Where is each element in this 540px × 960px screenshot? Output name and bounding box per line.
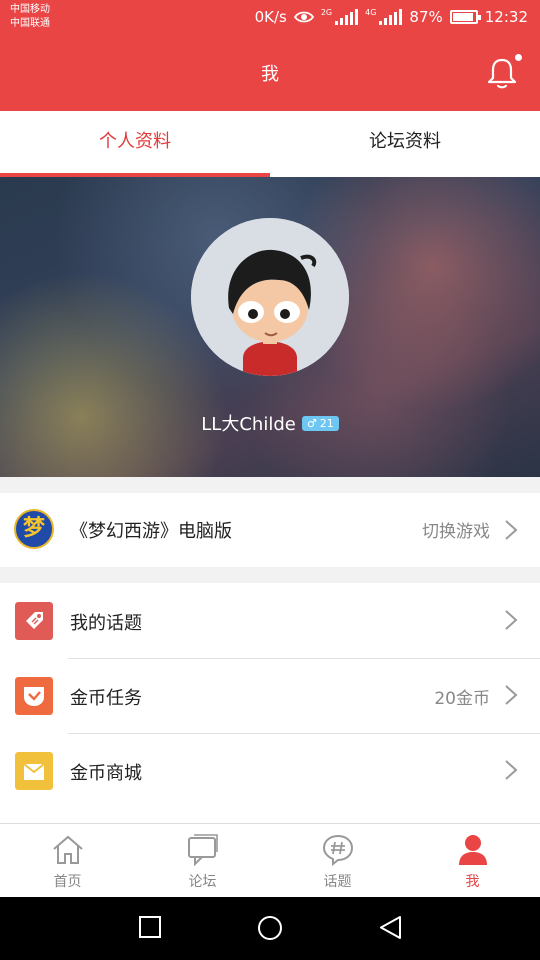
screen: 中国移动 中国联通 0K/s 2G 4G 87% 12:32 我 个人资料 论坛…	[0, 0, 540, 960]
username-row: LL大Childe ♂ 21	[0, 410, 540, 436]
username: LL大Childe	[201, 414, 296, 435]
nav-me[interactable]: 我	[405, 824, 540, 897]
chevron-right-icon	[505, 610, 518, 630]
nav-topics[interactable]: 话题	[270, 824, 405, 897]
switch-game-label: 切换游戏	[422, 522, 490, 542]
recent-apps-icon[interactable]	[138, 915, 162, 939]
game-name: 《梦幻西游》电脑版	[70, 521, 232, 542]
menu-item-coin-mall[interactable]: 金币商城	[0, 733, 540, 808]
bottom-nav: 首页 论坛 话题 我	[0, 823, 540, 897]
carrier-info: 中国移动 中国联通	[10, 3, 50, 31]
status-icons: 0K/s 2G 4G 87% 12:32	[255, 8, 528, 26]
nav-forum[interactable]: 论坛	[135, 824, 270, 897]
eye-icon	[293, 11, 314, 23]
signal-icon	[379, 9, 403, 25]
check-icon	[15, 677, 53, 715]
bell-icon[interactable]	[486, 56, 518, 90]
chevron-right-icon	[505, 685, 518, 705]
profile-tabs: 个人资料 论坛资料	[0, 111, 540, 177]
nav-label: 论坛	[188, 874, 217, 890]
menu-label: 金币任务	[70, 688, 142, 709]
net-speed: 0K/s	[254, 8, 287, 26]
signal-icon	[335, 9, 359, 25]
gender-level-badge: ♂ 21	[301, 415, 339, 431]
game-logo: 梦	[14, 509, 54, 549]
menu-list: 我的话题 金币任务 20金币 金币商城	[0, 583, 540, 823]
battery-percent: 87%	[409, 8, 443, 26]
mall-icon	[15, 752, 53, 790]
menu-label: 我的话题	[70, 613, 142, 634]
chevron-right-icon	[505, 760, 518, 780]
notification-dot	[513, 52, 524, 63]
clock: 12:32	[484, 8, 528, 26]
user-level: 21	[319, 416, 334, 430]
avatar-illustration	[191, 218, 349, 376]
tag-icon	[15, 602, 53, 640]
male-icon: ♂	[306, 416, 317, 430]
back-icon[interactable]	[378, 915, 404, 941]
nav-label: 话题	[323, 874, 352, 890]
system-nav-bar	[0, 897, 540, 960]
net-4g-label: 4G	[365, 8, 377, 17]
profile-icon	[458, 835, 487, 865]
menu-item-my-topics[interactable]: 我的话题	[0, 583, 540, 658]
nav-label: 首页	[53, 874, 82, 890]
tab-forum-info[interactable]: 论坛资料	[270, 111, 540, 177]
nav-label: 我	[465, 874, 480, 890]
battery-icon	[449, 10, 481, 24]
net-2g-label: 2G	[320, 8, 333, 17]
hashtag-icon	[322, 834, 353, 866]
chevron-right-icon	[505, 520, 518, 540]
app-header: 我	[0, 36, 540, 111]
menu-item-coin-tasks[interactable]: 金币任务 20金币	[0, 658, 540, 733]
profile-banner: LL大Childe ♂ 21	[0, 177, 540, 477]
forum-icon	[187, 834, 218, 866]
game-selector-row[interactable]: 梦 《梦幻西游》电脑版 切换游戏	[0, 493, 540, 567]
avatar[interactable]	[191, 218, 349, 376]
nav-home[interactable]: 首页	[0, 824, 135, 897]
carrier-2: 中国联通	[10, 18, 50, 29]
carrier-1: 中国移动	[10, 4, 50, 15]
tab-personal-info[interactable]: 个人资料	[0, 111, 270, 177]
coin-balance: 20金币	[434, 689, 490, 709]
home-button-icon[interactable]	[256, 915, 284, 943]
page-title: 我	[261, 64, 279, 85]
status-bar: 中国移动 中国联通 0K/s 2G 4G 87% 12:32	[0, 0, 540, 36]
menu-label: 金币商城	[70, 763, 142, 784]
home-icon	[52, 835, 83, 864]
